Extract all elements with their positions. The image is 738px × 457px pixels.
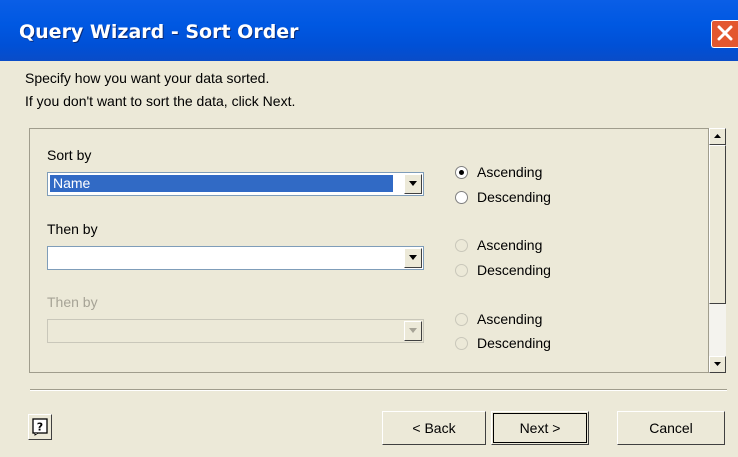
sort-by-descending-label: Descending <box>477 189 551 205</box>
then-by-1-ascending-radio[interactable] <box>455 239 468 252</box>
then-by-1-descending-radio[interactable] <box>455 264 468 277</box>
chevron-down-icon <box>409 328 417 333</box>
then-by-dropdown-2-button[interactable] <box>404 321 422 341</box>
sort-by-label: Sort by <box>47 147 92 163</box>
then-by-2-ascending-label: Ascending <box>477 311 543 327</box>
query-wizard-dialog: Query Wizard - Sort Order Specify how yo… <box>0 0 738 457</box>
then-by-1-descending-label: Descending <box>477 262 551 278</box>
chevron-down-icon <box>714 362 721 366</box>
sort-by-ascending-radio[interactable] <box>455 166 468 179</box>
then-by-label-1: Then by <box>47 221 98 237</box>
vertical-scrollbar[interactable] <box>709 128 726 373</box>
scroll-thumb[interactable] <box>709 145 726 304</box>
chevron-down-icon <box>409 255 417 260</box>
next-button[interactable]: Next > <box>491 411 589 445</box>
sort-by-descending-radio[interactable] <box>455 191 468 204</box>
then-by-2-ascending-radio[interactable] <box>455 313 468 326</box>
help-icon: ? <box>32 418 48 436</box>
help-button[interactable]: ? <box>28 414 52 440</box>
back-button[interactable]: < Back <box>382 411 486 445</box>
chevron-up-icon <box>714 134 721 138</box>
scroll-up-button[interactable] <box>709 128 726 145</box>
then-by-dropdown-2[interactable] <box>47 319 424 343</box>
close-icon <box>717 25 733 41</box>
chevron-down-icon <box>409 181 417 186</box>
close-button[interactable] <box>711 20 738 48</box>
sort-by-selected-value: Name <box>50 175 393 192</box>
sort-by-dropdown-button[interactable] <box>404 174 422 194</box>
then-by-label-2: Then by <box>47 294 98 310</box>
scroll-down-button[interactable] <box>709 356 726 373</box>
instruction-line-1: Specify how you want your data sorted. <box>25 70 270 86</box>
then-by-2-descending-radio[interactable] <box>455 337 468 350</box>
cancel-button[interactable]: Cancel <box>617 411 725 445</box>
radio-selected-dot <box>459 170 464 175</box>
sort-by-dropdown[interactable]: Name <box>47 172 424 196</box>
instruction-line-2: If you don't want to sort the data, clic… <box>25 93 296 109</box>
sort-by-ascending-label: Ascending <box>477 164 543 180</box>
title-bar[interactable]: Query Wizard - Sort Order <box>0 0 738 61</box>
separator <box>30 389 727 391</box>
svg-text:?: ? <box>37 421 43 434</box>
then-by-2-descending-label: Descending <box>477 335 551 351</box>
then-by-1-ascending-label: Ascending <box>477 237 543 253</box>
then-by-dropdown-1-button[interactable] <box>404 248 422 268</box>
window-title: Query Wizard - Sort Order <box>19 21 299 43</box>
sort-panel: Sort by Name Ascending Descending Then b… <box>29 128 709 373</box>
then-by-dropdown-1[interactable] <box>47 246 424 270</box>
